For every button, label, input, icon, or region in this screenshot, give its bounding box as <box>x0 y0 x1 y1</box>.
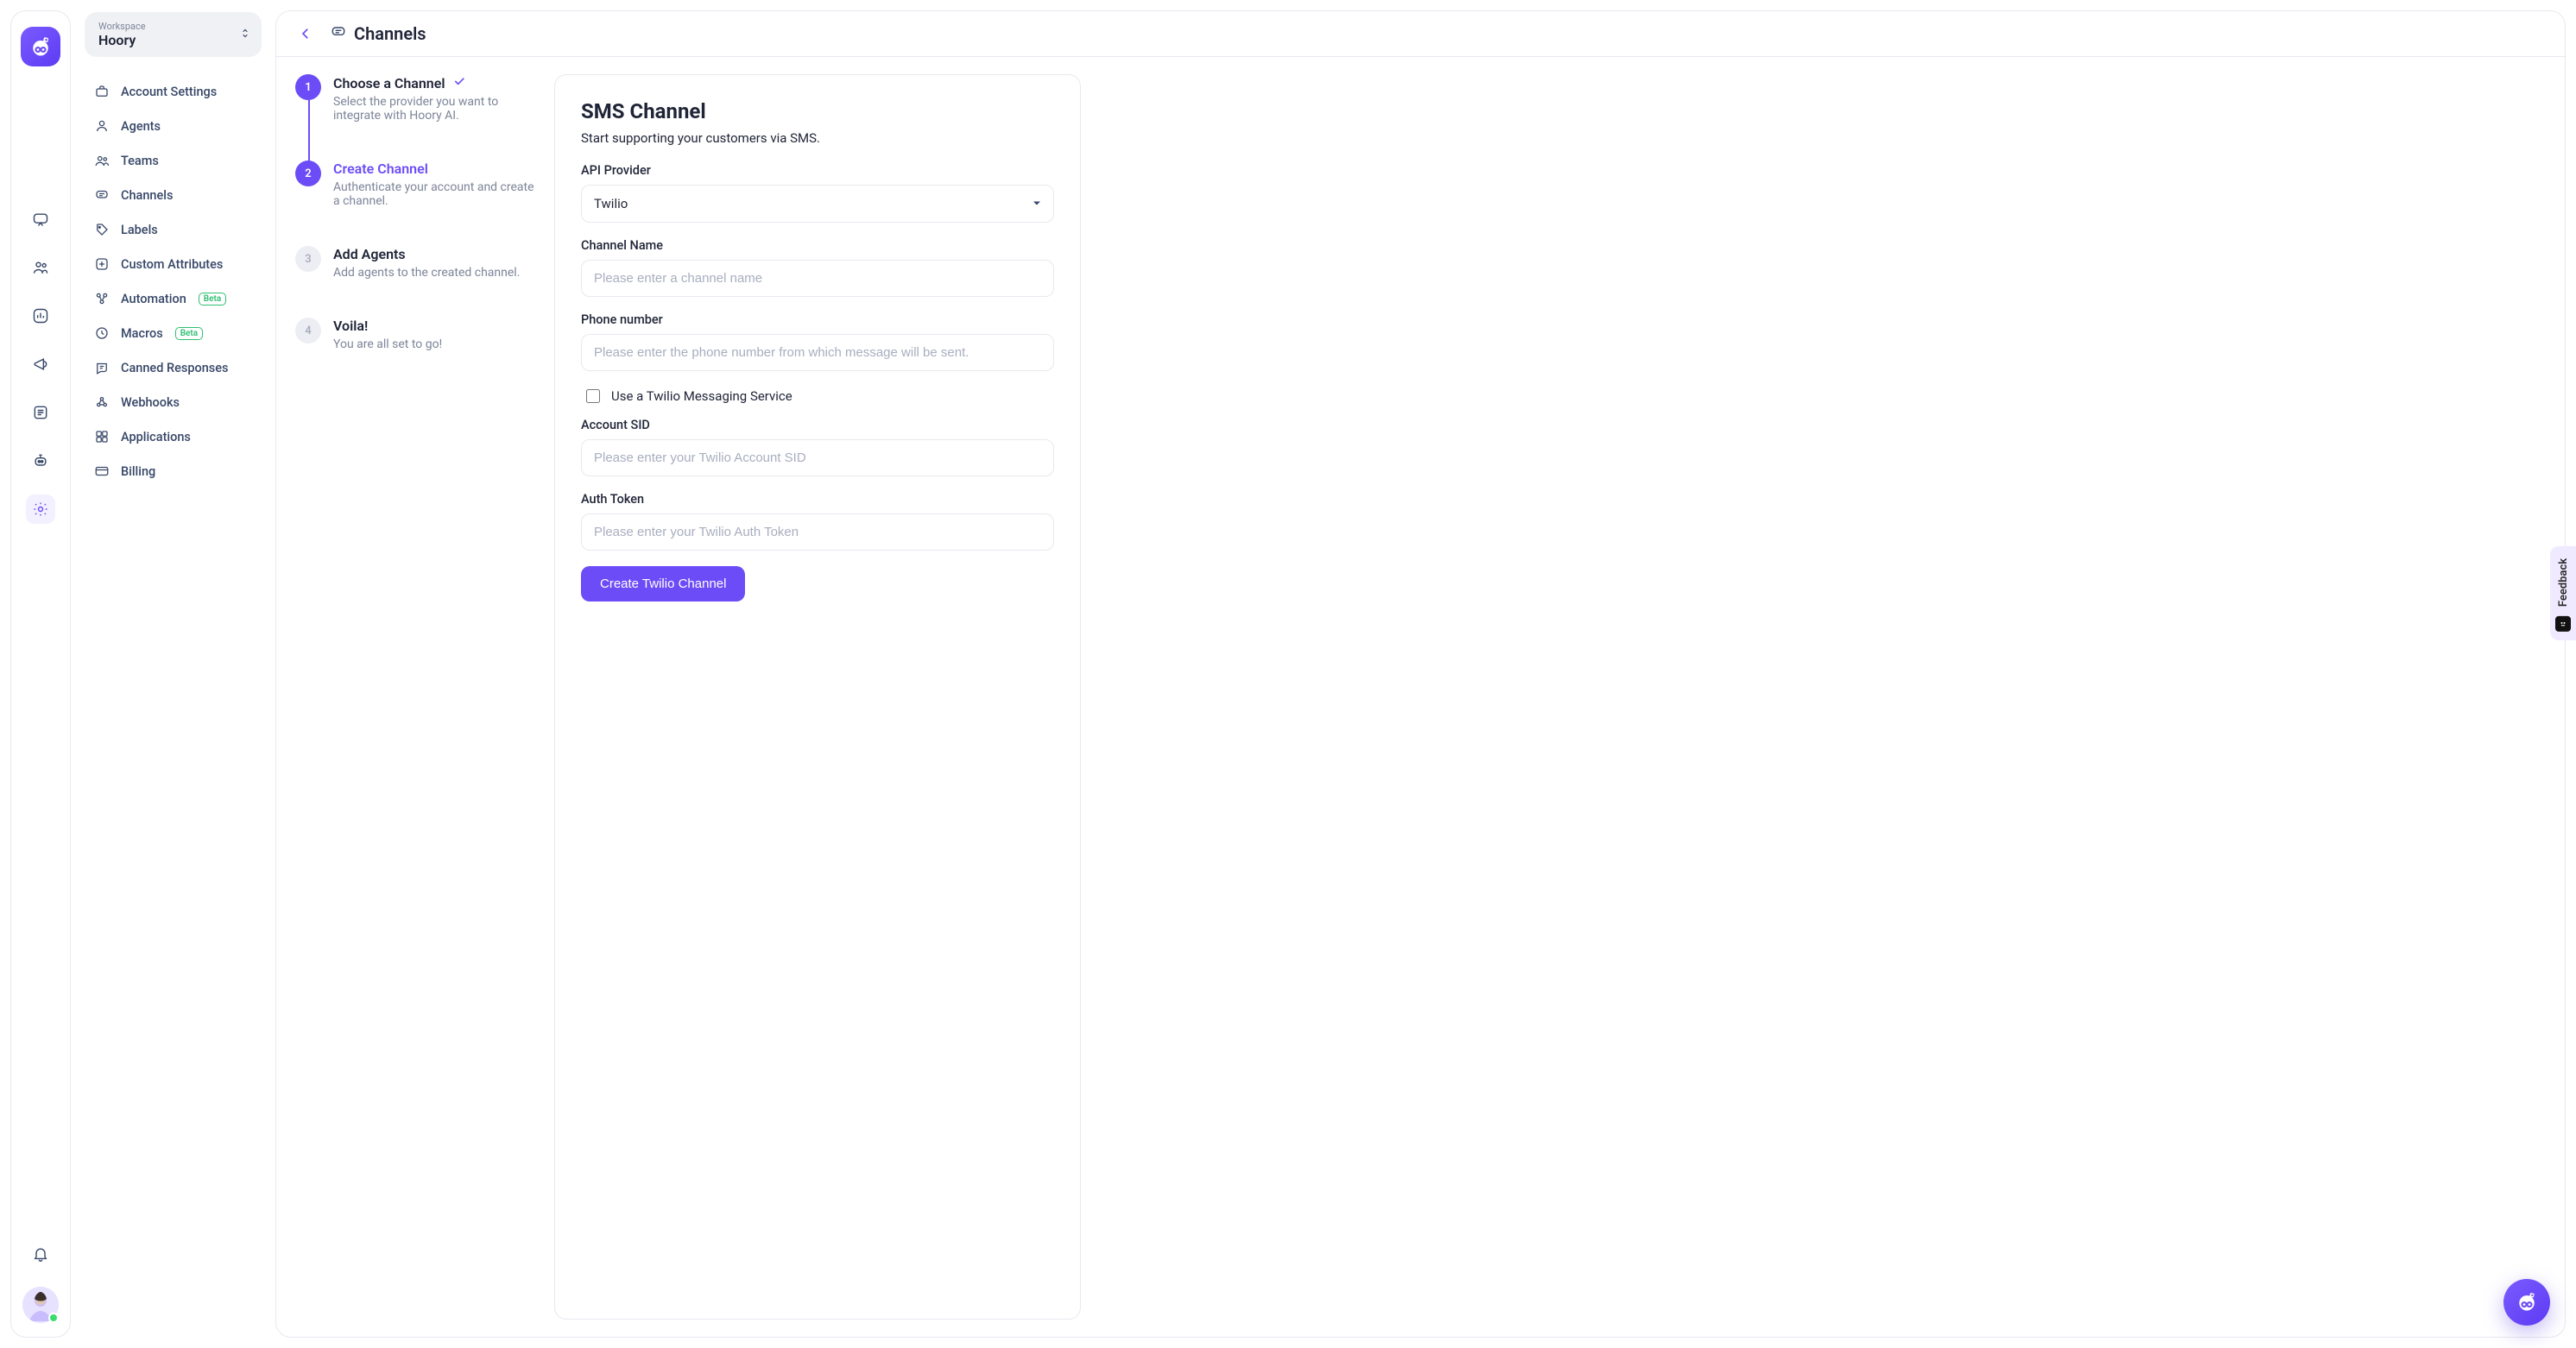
nav-teams[interactable]: Teams <box>85 145 262 176</box>
channel-name-input[interactable] <box>581 260 1054 297</box>
step-desc: Select the provider you want to integrat… <box>333 95 540 123</box>
channels-header-icon <box>330 23 347 44</box>
step-desc: Authenticate your account and create a c… <box>333 180 540 208</box>
notifications-icon[interactable] <box>32 1245 49 1266</box>
back-button[interactable] <box>295 23 316 44</box>
nav-label: Automation <box>121 292 186 306</box>
attributes-icon <box>93 255 110 273</box>
channel-name-label: Channel Name <box>581 238 1054 253</box>
feedback-label: Feedback <box>2557 558 2570 607</box>
nav-webhooks[interactable]: Webhooks <box>85 387 262 418</box>
step-add-agents: 3 Add Agents Add agents to the created c… <box>295 246 540 318</box>
user-avatar[interactable] <box>22 1287 59 1323</box>
rail-settings-icon[interactable] <box>26 494 55 524</box>
user-icon <box>93 117 110 135</box>
nav-account-settings[interactable]: Account Settings <box>85 76 262 107</box>
channel-wizard-stepper: 1 Choose a Channel Select the provider y… <box>295 74 554 1320</box>
main-panel: Channels 1 Choose a Channel Select the p… <box>275 10 2566 1338</box>
rail-campaigns-icon[interactable] <box>26 350 55 379</box>
workspace-switcher[interactable]: Workspace Hoory <box>85 12 262 57</box>
step-create-channel: 2 Create Channel Authenticate your accou… <box>295 161 540 246</box>
account-sid-label: Account SID <box>581 418 1054 432</box>
api-provider-label: API Provider <box>581 163 1054 178</box>
nav-macros[interactable]: Macros Beta <box>85 318 262 349</box>
rail-help-center-icon[interactable] <box>26 398 55 427</box>
chevrons-up-down-icon <box>239 27 251 43</box>
billing-icon <box>93 463 110 480</box>
nav-label: Applications <box>121 430 191 444</box>
briefcase-icon <box>93 83 110 100</box>
feedback-face-icon <box>2555 615 2571 631</box>
sms-channel-form: SMS Channel Start supporting your custom… <box>554 74 1081 1320</box>
step-title: Choose a Channel <box>333 75 445 91</box>
nav-canned-responses[interactable]: Canned Responses <box>85 352 262 383</box>
step-desc: You are all set to go! <box>333 337 442 351</box>
icon-rail <box>10 10 71 1338</box>
rail-reports-icon[interactable] <box>26 301 55 331</box>
auth-token-input[interactable] <box>581 513 1054 551</box>
tag-icon <box>93 221 110 238</box>
step-number: 1 <box>295 74 321 100</box>
nav-label: Webhooks <box>121 395 180 410</box>
chat-launcher-button[interactable] <box>2503 1279 2550 1326</box>
rail-chat-icon[interactable] <box>26 205 55 234</box>
form-title: SMS Channel <box>581 99 1054 123</box>
channel-icon <box>93 186 110 204</box>
workspace-name: Hoory <box>98 32 248 48</box>
account-sid-input[interactable] <box>581 439 1054 476</box>
panel-header: Channels <box>276 11 2565 57</box>
form-subtitle: Start supporting your customers via SMS. <box>581 130 1054 146</box>
rail-contacts-icon[interactable] <box>26 253 55 282</box>
nav-labels[interactable]: Labels <box>85 214 262 245</box>
nav-label: Account Settings <box>121 85 217 99</box>
step-number: 2 <box>295 161 321 186</box>
nav-agents[interactable]: Agents <box>85 110 262 142</box>
auth-token-label: Auth Token <box>581 492 1054 507</box>
settings-sidebar: Workspace Hoory Account Settings Agents … <box>85 10 262 1338</box>
step-desc: Add agents to the created channel. <box>333 266 520 280</box>
nav-applications[interactable]: Applications <box>85 421 262 452</box>
twilio-service-checkbox-label[interactable]: Use a Twilio Messaging Service <box>611 388 792 404</box>
automation-icon <box>93 290 110 307</box>
webhook-icon <box>93 394 110 411</box>
nav-label: Teams <box>121 154 159 168</box>
phone-number-label: Phone number <box>581 312 1054 327</box>
step-voila: 4 Voila! You are all set to go! <box>295 318 540 351</box>
nav-label: Custom Attributes <box>121 257 223 272</box>
brand-logo[interactable] <box>21 27 60 66</box>
step-number: 4 <box>295 318 321 343</box>
nav-channels[interactable]: Channels <box>85 180 262 211</box>
nav-label: Channels <box>121 188 173 203</box>
step-number: 3 <box>295 246 321 272</box>
nav-label: Billing <box>121 464 155 479</box>
nav-billing[interactable]: Billing <box>85 456 262 487</box>
twilio-service-checkbox[interactable] <box>586 389 600 403</box>
page-title: Channels <box>354 23 426 44</box>
beta-badge: Beta <box>175 327 203 340</box>
rail-bot-icon[interactable] <box>26 446 55 476</box>
feedback-tab[interactable]: Feedback <box>2550 546 2576 639</box>
users-icon <box>93 152 110 169</box>
phone-number-input[interactable] <box>581 334 1054 371</box>
applications-icon <box>93 428 110 445</box>
beta-badge: Beta <box>199 293 226 306</box>
nav-label: Macros <box>121 326 163 341</box>
nav-label: Canned Responses <box>121 361 228 375</box>
status-online-indicator <box>48 1313 59 1323</box>
step-title: Add Agents <box>333 246 406 262</box>
workspace-label: Workspace <box>98 21 248 32</box>
nav-automation[interactable]: Automation Beta <box>85 283 262 314</box>
step-choose-channel: 1 Choose a Channel Select the provider y… <box>295 74 540 161</box>
macro-icon <box>93 324 110 342</box>
step-title: Create Channel <box>333 161 428 177</box>
check-icon <box>452 74 466 91</box>
canned-icon <box>93 359 110 376</box>
api-provider-select[interactable]: Twilio <box>581 185 1054 223</box>
create-channel-button[interactable]: Create Twilio Channel <box>581 566 745 602</box>
nav-custom-attributes[interactable]: Custom Attributes <box>85 249 262 280</box>
nav-label: Labels <box>121 223 158 237</box>
step-title: Voila! <box>333 318 368 334</box>
nav-label: Agents <box>121 119 161 134</box>
